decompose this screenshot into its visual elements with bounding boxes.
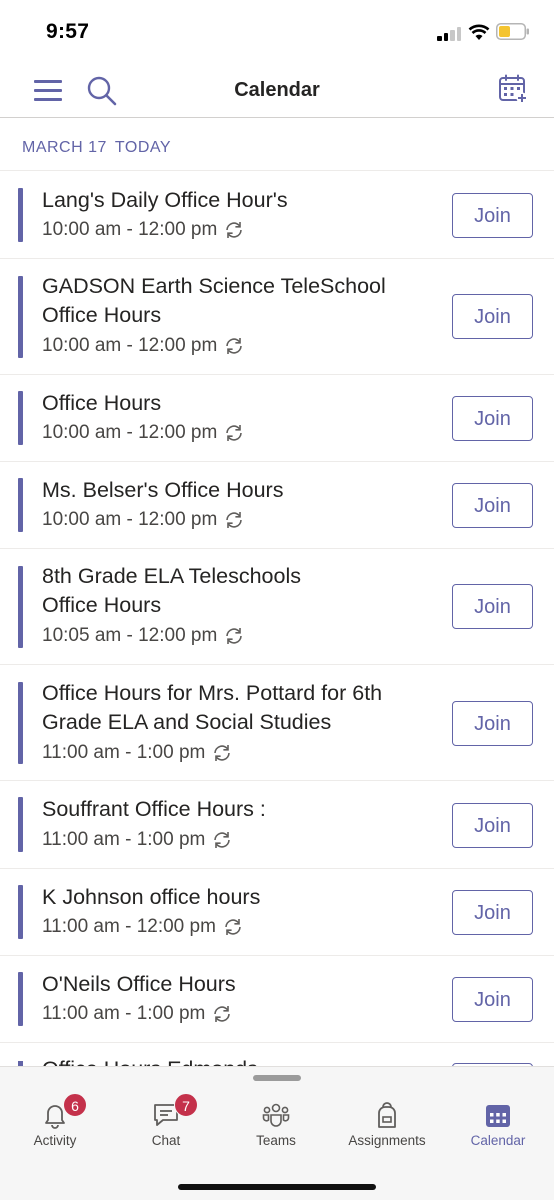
event-row[interactable]: 8th Grade ELA Teleschools Office Hours 1… — [0, 549, 554, 665]
calendar-add-icon[interactable] — [498, 74, 528, 104]
event-title: Ms. Belser's Office Hours — [42, 478, 284, 502]
event-color-bar — [18, 276, 23, 358]
tab-label: Calendar — [470, 1133, 526, 1148]
event-row[interactable]: Souffrant Office Hours : 11:00 am - 1:00… — [0, 781, 554, 869]
event-title: Souffrant Office Hours : — [42, 797, 266, 821]
event-time: 10:05 am - 12:00 pm — [42, 625, 245, 647]
event-time-text: 10:00 am - 12:00 pm — [42, 422, 218, 443]
event-title: Lang's Daily Office Hour's — [42, 188, 288, 212]
today-label: TODAY — [114, 139, 172, 156]
status-time: 9:57 — [46, 20, 90, 43]
wifi-icon — [468, 24, 490, 40]
tab-chat[interactable]: 7 Chat — [111, 1093, 221, 1157]
event-time-text: 11:00 am - 1:00 pm — [42, 742, 206, 763]
calendar-icon — [486, 1105, 510, 1127]
join-button[interactable]: Join — [452, 584, 533, 629]
event-time-text: 11:00 am - 12:00 pm — [42, 916, 216, 937]
bottom-tab-bar: 6 Activity 7 Chat Teams Assignments Cale… — [0, 1066, 554, 1200]
tab-label: Activity — [33, 1133, 77, 1148]
join-button[interactable]: Join — [452, 193, 533, 238]
event-row[interactable]: O'Neils Office Hours 11:00 am - 1:00 pm … — [0, 956, 554, 1043]
join-button[interactable]: Join — [452, 396, 533, 441]
app-header: Calendar — [0, 62, 554, 118]
event-title: 8th Grade ELA Teleschools Office Hours — [42, 564, 301, 617]
event-time-text: 10:00 am - 12:00 pm — [42, 509, 218, 530]
event-time-text: 11:00 am - 1:00 pm — [42, 829, 206, 850]
event-color-bar — [18, 972, 23, 1026]
event-time: 10:00 am - 12:00 pm — [42, 422, 245, 444]
tab-label: Chat — [151, 1133, 181, 1148]
join-button[interactable]: Join — [452, 803, 533, 848]
activity-badge: 6 — [63, 1093, 87, 1117]
event-row[interactable]: Office Hours for Mrs. Pottard for 6th Gr… — [0, 665, 554, 781]
recurring-icon — [214, 745, 231, 761]
event-color-bar — [18, 391, 23, 445]
teams-icon — [262, 1103, 290, 1127]
tab-calendar[interactable]: Calendar — [443, 1097, 553, 1157]
recurring-icon — [226, 628, 243, 644]
event-title: GADSON Earth Science TeleSchool Office H… — [42, 274, 386, 327]
event-time: 11:00 am - 1:00 pm — [42, 742, 233, 764]
join-button[interactable]: Join — [452, 483, 533, 528]
event-time: 10:00 am - 12:00 pm — [42, 335, 245, 357]
tab-label: Assignments — [348, 1133, 426, 1148]
event-row[interactable]: Office Hours 10:00 am - 12:00 pm Join — [0, 375, 554, 462]
event-color-bar — [18, 478, 23, 532]
event-title: Office Hours for Mrs. Pottard for 6th Gr… — [42, 681, 383, 734]
join-button[interactable]: Join — [452, 890, 533, 935]
event-color-bar — [18, 682, 23, 764]
event-color-bar — [18, 566, 23, 648]
event-time-text: 10:00 am - 12:00 pm — [42, 219, 218, 240]
event-time-text: 10:05 am - 12:00 pm — [42, 625, 218, 646]
event-title: Office Hours — [42, 391, 162, 415]
event-time: 11:00 am - 1:00 pm — [42, 1003, 233, 1025]
recurring-icon — [226, 512, 243, 528]
tab-teams[interactable]: Teams — [221, 1097, 331, 1157]
recurring-icon — [226, 222, 243, 238]
cellular-signal-icon — [437, 26, 463, 41]
event-row[interactable]: Lang's Daily Office Hour's 10:00 am - 12… — [0, 172, 554, 259]
date-text: MARCH 17 — [22, 139, 107, 156]
event-color-bar — [18, 188, 23, 242]
event-row[interactable]: K Johnson office hours 11:00 am - 12:00 … — [0, 869, 554, 956]
battery-icon — [496, 23, 529, 40]
tab-assignments[interactable]: Assignments — [332, 1097, 442, 1157]
event-row[interactable]: GADSON Earth Science TeleSchool Office H… — [0, 259, 554, 375]
event-time-text: 11:00 am - 1:00 pm — [42, 1003, 206, 1024]
event-time-text: 10:00 am - 12:00 pm — [42, 335, 218, 356]
event-time: 10:00 am - 12:00 pm — [42, 219, 245, 241]
event-time: 10:00 am - 12:00 pm — [42, 509, 245, 531]
event-row[interactable]: Ms. Belser's Office Hours 10:00 am - 12:… — [0, 462, 554, 549]
event-row-partial[interactable]: Office Hours Edmonds — [0, 1043, 554, 1067]
event-color-bar — [18, 885, 23, 939]
drag-handle[interactable] — [253, 1075, 301, 1081]
tab-activity[interactable]: 6 Activity — [0, 1093, 110, 1157]
event-title: O'Neils Office Hours — [42, 972, 236, 996]
tab-label: Teams — [256, 1133, 296, 1148]
recurring-icon — [225, 919, 241, 935]
join-button[interactable]: Join — [452, 294, 533, 339]
chat-badge: 7 — [174, 1093, 198, 1117]
event-title: K Johnson office hours — [42, 885, 261, 909]
home-indicator[interactable] — [178, 1184, 376, 1190]
recurring-icon — [214, 1006, 231, 1022]
date-section-header: MARCH 17 TODAY — [0, 119, 554, 171]
join-button[interactable]: Join — [452, 701, 533, 746]
event-color-bar — [18, 797, 23, 852]
date-label: MARCH 17 TODAY — [22, 139, 171, 157]
status-bar: 9:57 — [0, 0, 554, 62]
page-title: Calendar — [234, 79, 320, 101]
event-time: 11:00 am - 12:00 pm — [42, 916, 244, 938]
recurring-icon — [214, 832, 231, 848]
event-time: 11:00 am - 1:00 pm — [42, 829, 233, 851]
recurring-icon — [226, 338, 243, 354]
backpack-icon — [378, 1102, 396, 1128]
join-button[interactable]: Join — [452, 977, 533, 1022]
recurring-icon — [226, 425, 243, 441]
